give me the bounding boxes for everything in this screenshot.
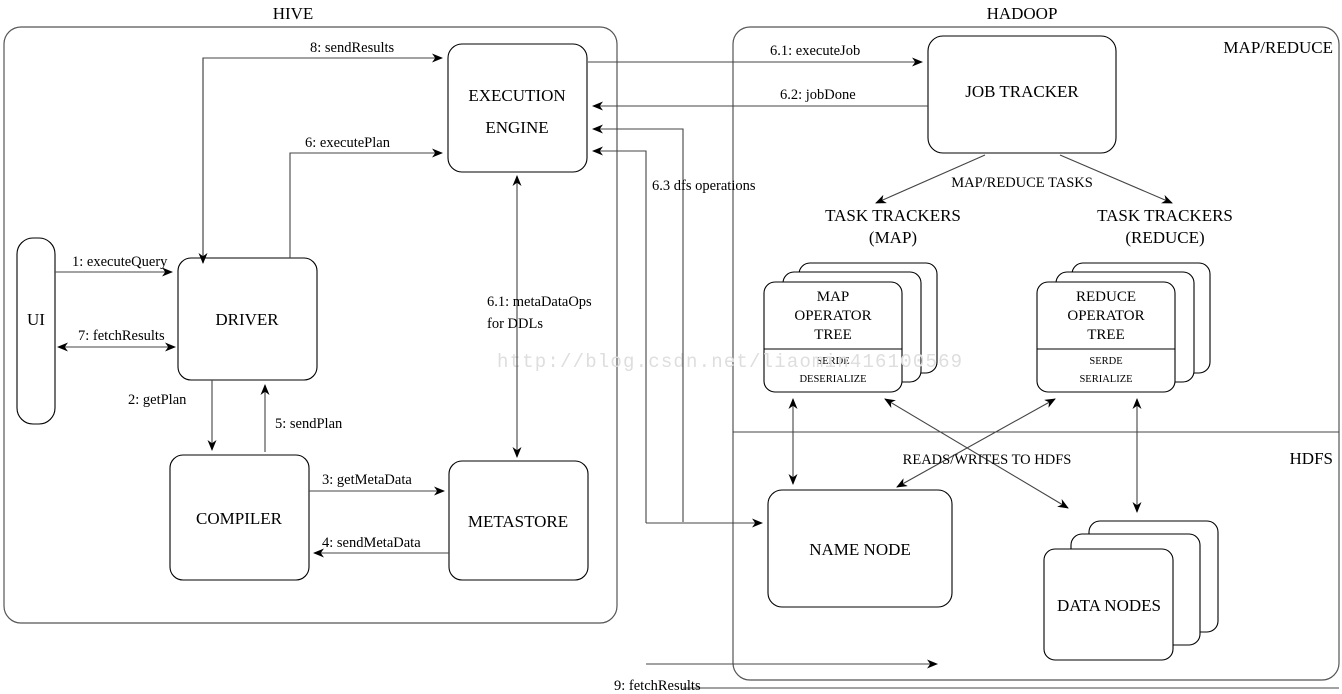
execution-engine-box[interactable] [447, 43, 588, 173]
edge-label-execute-plan: 6: executePlan [305, 135, 391, 151]
compiler-label: COMPILER [196, 509, 283, 528]
execution-engine-label-line1: EXECUTION [468, 86, 565, 105]
ui-box[interactable] [16, 237, 56, 425]
edge-label-reads-writes-hdfs: READS/WRITES TO HDFS [903, 452, 1072, 468]
reduce-serde-label-line1: SERDE [1089, 356, 1122, 367]
edge-label-send-plan: 5: sendPlan [275, 416, 343, 432]
reduce-operator-tree-label-line2: OPERATOR [1067, 308, 1144, 324]
edge-label-fetch-results-ui: 7: fetchResults [78, 328, 165, 344]
watermark-text: http://blog.csdn.net/liaomin416100569 [497, 351, 963, 373]
task-trackers-reduce-label-line1: TASK TRACKERS [1097, 206, 1233, 225]
edge-dfs-operations-out [592, 146, 647, 523]
execution-engine-label-line2: ENGINE [485, 118, 548, 137]
task-trackers-map-label-line2: (MAP) [869, 228, 917, 247]
edge-send-results-line [202, 53, 443, 263]
edge-label-execute-job: 6.1: executeJob [770, 43, 860, 59]
data-nodes-label: DATA NODES [1057, 596, 1161, 615]
zone-label-hdfs: HDFS [1290, 449, 1333, 468]
map-operator-tree-label-line2: OPERATOR [794, 308, 871, 324]
edge-label-job-done: 6.2: jobDone [780, 87, 856, 103]
task-trackers-reduce-label-line2: (REDUCE) [1125, 228, 1204, 247]
zone-label-mapreduce: MAP/REDUCE [1223, 38, 1333, 57]
edge-label-send-metadata: 4: sendMetaData [322, 535, 421, 551]
map-operator-tree-label-line3: TREE [814, 327, 852, 343]
edge-label-get-plan: 2: getPlan [128, 392, 187, 408]
edge-label-fetch-results-9: 9: fetchResults [614, 678, 701, 694]
map-serde-label-line2: DESERIALIZE [799, 374, 866, 385]
edge-label-map-reduce-tasks: MAP/REDUCE TASKS [951, 175, 1093, 191]
zone-title-hive: HIVE [273, 4, 314, 23]
edge-label-execute-query: 1: executeQuery [72, 254, 168, 270]
name-node-label: NAME NODE [809, 540, 911, 559]
edge-execute-plan [289, 148, 443, 258]
reduce-operator-tree-label-line1: REDUCE [1076, 289, 1136, 305]
reduce-serde-label-line2: SERIALIZE [1079, 374, 1132, 385]
diagram-canvas: HIVE HADOOP MAP/REDUCE HDFS UI DRIVER CO… [0, 0, 1342, 694]
edge-label-send-results: 8: sendResults [310, 40, 395, 56]
driver-label: DRIVER [215, 310, 279, 329]
edge-label-get-metadata: 3: getMetaData [322, 472, 412, 488]
task-trackers-map-label-line1: TASK TRACKERS [825, 206, 961, 225]
edge-label-metadata-ops-line2: for DDLs [487, 316, 543, 332]
job-tracker-label: JOB TRACKER [965, 82, 1079, 101]
edge-label-metadata-ops-line1: 6.1: metaDataOps [487, 294, 592, 310]
edge-label-dfs-operations: 6.3 dfs operations [652, 178, 756, 194]
map-operator-tree-label-line1: MAP [817, 289, 850, 305]
ui-label: UI [27, 310, 45, 329]
metastore-label: METASTORE [468, 512, 568, 531]
zone-title-hadoop: HADOOP [987, 4, 1058, 23]
hive-hadoop-architecture-diagram: HIVE HADOOP MAP/REDUCE HDFS UI DRIVER CO… [3, 4, 1340, 694]
edge-reduce-tree-name-node [896, 398, 1056, 488]
reduce-operator-tree-label-line3: TREE [1087, 327, 1125, 343]
